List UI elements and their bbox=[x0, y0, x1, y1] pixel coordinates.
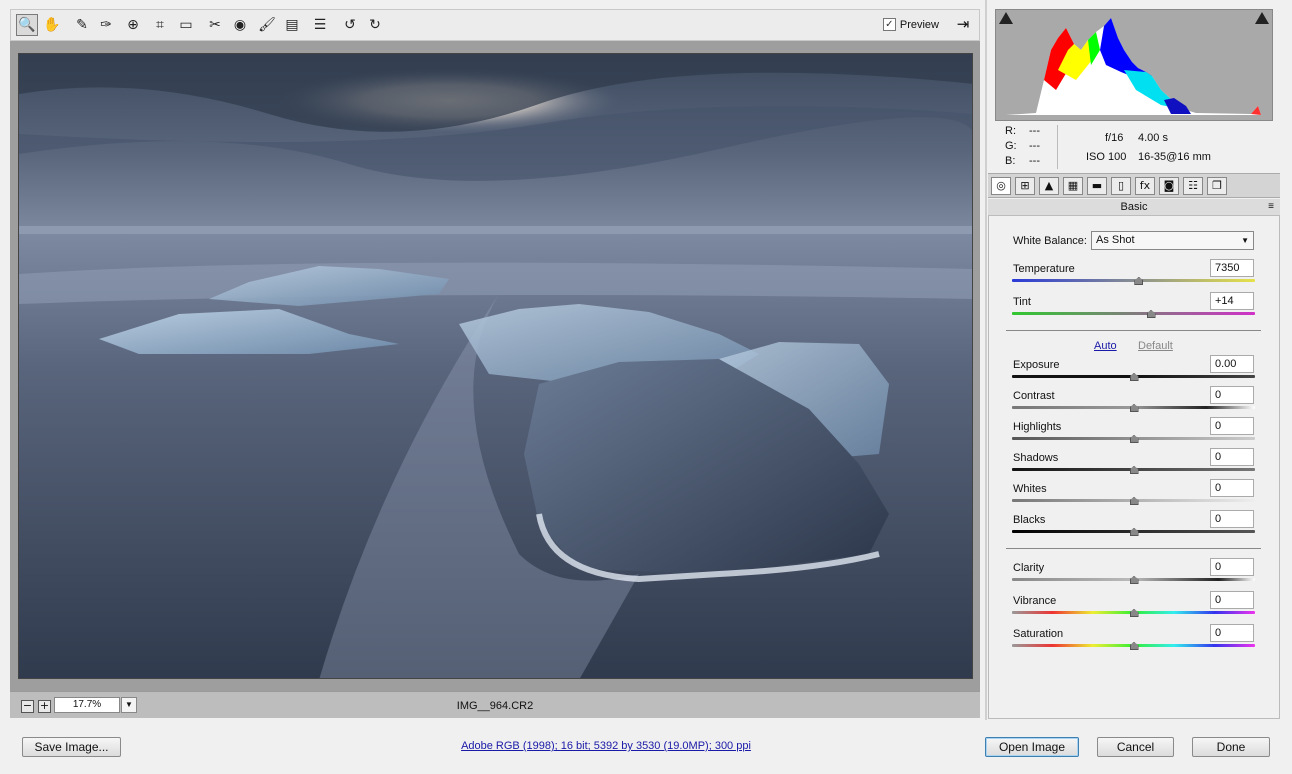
crop-icon: ⌗ bbox=[156, 17, 164, 33]
white-balance-label: White Balance: bbox=[1013, 235, 1087, 247]
g-label: G: bbox=[1005, 140, 1017, 152]
temperature-slider-track[interactable] bbox=[1012, 279, 1255, 282]
graduated-filter-tool[interactable]: ▤ bbox=[281, 14, 303, 36]
exposure-value-field[interactable]: 0.00 bbox=[1210, 355, 1254, 373]
panel-title: Basic bbox=[1120, 201, 1148, 213]
section-divider bbox=[1006, 330, 1261, 331]
section-divider bbox=[1006, 548, 1261, 549]
gradient-icon: ▤ bbox=[285, 17, 299, 33]
saturation-label: Saturation bbox=[1013, 628, 1064, 640]
chevron-down-icon: ▼ bbox=[1241, 236, 1249, 245]
preview-toggle[interactable]: ✓ Preview bbox=[882, 18, 939, 31]
lens: 16-35@16 mm bbox=[1138, 151, 1211, 163]
panel-tabs: ◎ ⊞ ▲ ▦ ▬ ▯ fx ◙ ☷ ❐ bbox=[988, 173, 1280, 198]
shadows-label: Shadows bbox=[1013, 452, 1059, 464]
highlights-label: Highlights bbox=[1013, 421, 1062, 433]
default-link[interactable]: Default bbox=[1138, 340, 1173, 352]
blacks-label: Blacks bbox=[1013, 514, 1046, 526]
rotate-ccw-icon: ↺ bbox=[344, 17, 356, 33]
rotate-right-tool[interactable]: ↻ bbox=[364, 14, 386, 36]
tab-hsl[interactable]: ▦ bbox=[1063, 177, 1083, 195]
tab-snapshots[interactable]: ❐ bbox=[1207, 177, 1227, 195]
temperature-value-field[interactable]: 7350 bbox=[1210, 259, 1254, 277]
whites-label: Whites bbox=[1013, 483, 1047, 495]
preferences-tool[interactable]: ☰ bbox=[309, 14, 331, 36]
panel-menu-icon[interactable]: ≡ bbox=[1268, 199, 1274, 215]
toolbar: 🔍 ✋ ✎ ✑ ⊕ ⌗ ▭ ✂ ◉ 🖌 ▤ ☰ ↺ ↻ ✓ Preview ⇥ bbox=[10, 9, 980, 41]
white-balance-select[interactable]: As Shot ▼ bbox=[1091, 231, 1254, 250]
tint-value-field[interactable]: +14 bbox=[1210, 292, 1254, 310]
list-icon: ☰ bbox=[313, 17, 327, 33]
open-image-button[interactable]: Open Image bbox=[985, 737, 1079, 757]
info-panel: R: --- G: --- B: --- f/16 4.00 s ISO 100… bbox=[995, 123, 1273, 171]
target-icon: ⊕ bbox=[127, 17, 139, 33]
vibrance-value-field[interactable]: 0 bbox=[1210, 591, 1254, 609]
zoom-tool[interactable]: 🔍 bbox=[16, 14, 38, 36]
spot-removal-tool[interactable]: ✂ bbox=[204, 14, 226, 36]
preview-checkbox[interactable]: ✓ bbox=[882, 18, 896, 31]
exposure-label: Exposure bbox=[1013, 359, 1060, 371]
red-eye-tool[interactable]: ◉ bbox=[229, 14, 251, 36]
image-preview[interactable] bbox=[18, 53, 973, 679]
hand-tool[interactable]: ✋ bbox=[41, 14, 63, 36]
preview-label: Preview bbox=[899, 18, 939, 31]
highlights-value-field[interactable]: 0 bbox=[1210, 417, 1254, 435]
r-value: --- bbox=[1029, 125, 1040, 137]
done-button[interactable]: Done bbox=[1192, 737, 1270, 757]
targeted-adjustment-tool[interactable]: ⊕ bbox=[122, 14, 144, 36]
straighten-tool[interactable]: ▭ bbox=[175, 14, 197, 36]
auto-link[interactable]: Auto bbox=[1094, 340, 1117, 352]
cancel-button[interactable]: Cancel bbox=[1097, 737, 1174, 757]
tab-lens-corrections[interactable]: ▯ bbox=[1111, 177, 1131, 195]
crop-tool[interactable]: ⌗ bbox=[149, 14, 171, 36]
zoom-icon: 🔍 bbox=[18, 17, 36, 33]
b-value: --- bbox=[1029, 155, 1040, 167]
level-icon: ▭ bbox=[179, 17, 193, 33]
rotate-cw-icon: ↻ bbox=[369, 17, 381, 33]
contrast-value-field[interactable]: 0 bbox=[1210, 386, 1254, 404]
white-balance-value: As Shot bbox=[1096, 234, 1135, 246]
shadows-value-field[interactable]: 0 bbox=[1210, 448, 1254, 466]
shutter-speed: 4.00 s bbox=[1138, 132, 1168, 144]
whites-value-field[interactable]: 0 bbox=[1210, 479, 1254, 497]
tab-presets[interactable]: ☷ bbox=[1183, 177, 1203, 195]
info-divider bbox=[1057, 125, 1058, 169]
fullscreen-icon[interactable]: ⇥ bbox=[953, 15, 973, 35]
eye-icon: ◉ bbox=[233, 17, 247, 33]
tab-detail[interactable]: ▲ bbox=[1039, 177, 1059, 195]
tab-tone-curve[interactable]: ⊞ bbox=[1015, 177, 1035, 195]
spot-removal-icon: ✂ bbox=[209, 17, 221, 33]
image-status-bar: − + 17.7% ▼ IMG__964.CR2 bbox=[10, 691, 980, 718]
eyedropper-icon: ✎ bbox=[76, 17, 88, 33]
panel-header: Basic ≡ bbox=[988, 199, 1280, 216]
histogram bbox=[995, 9, 1273, 121]
adjustment-brush-tool[interactable]: 🖌 bbox=[256, 14, 278, 36]
tab-effects[interactable]: fx bbox=[1135, 177, 1155, 195]
r-label: R: bbox=[1005, 125, 1016, 137]
tab-split-toning[interactable]: ▬ bbox=[1087, 177, 1107, 195]
color-sampler-icon: ✑ bbox=[100, 17, 112, 33]
blacks-value-field[interactable]: 0 bbox=[1210, 510, 1254, 528]
g-value: --- bbox=[1029, 140, 1040, 152]
panel-divider bbox=[985, 0, 987, 720]
aperture: f/16 bbox=[1105, 132, 1124, 144]
saturation-value-field[interactable]: 0 bbox=[1210, 624, 1254, 642]
rotate-left-tool[interactable]: ↺ bbox=[339, 14, 361, 36]
brush-icon: 🖌 bbox=[258, 17, 276, 33]
image-filename: IMG__964.CR2 bbox=[456, 700, 534, 712]
tint-slider-track[interactable] bbox=[1012, 312, 1255, 315]
clarity-label: Clarity bbox=[1013, 562, 1045, 574]
color-sampler-tool[interactable]: ✑ bbox=[95, 14, 117, 36]
contrast-label: Contrast bbox=[1013, 390, 1055, 402]
temperature-label: Temperature bbox=[1013, 263, 1075, 275]
tab-basic[interactable]: ◎ bbox=[991, 177, 1011, 195]
white-balance-tool[interactable]: ✎ bbox=[71, 14, 93, 36]
tint-label: Tint bbox=[1013, 296, 1031, 308]
hand-icon: ✋ bbox=[43, 17, 61, 33]
clarity-value-field[interactable]: 0 bbox=[1210, 558, 1254, 576]
iso: ISO 100 bbox=[1086, 151, 1127, 163]
vibrance-label: Vibrance bbox=[1013, 595, 1057, 607]
tab-camera-calibration[interactable]: ◙ bbox=[1159, 177, 1179, 195]
b-label: B: bbox=[1005, 155, 1016, 167]
